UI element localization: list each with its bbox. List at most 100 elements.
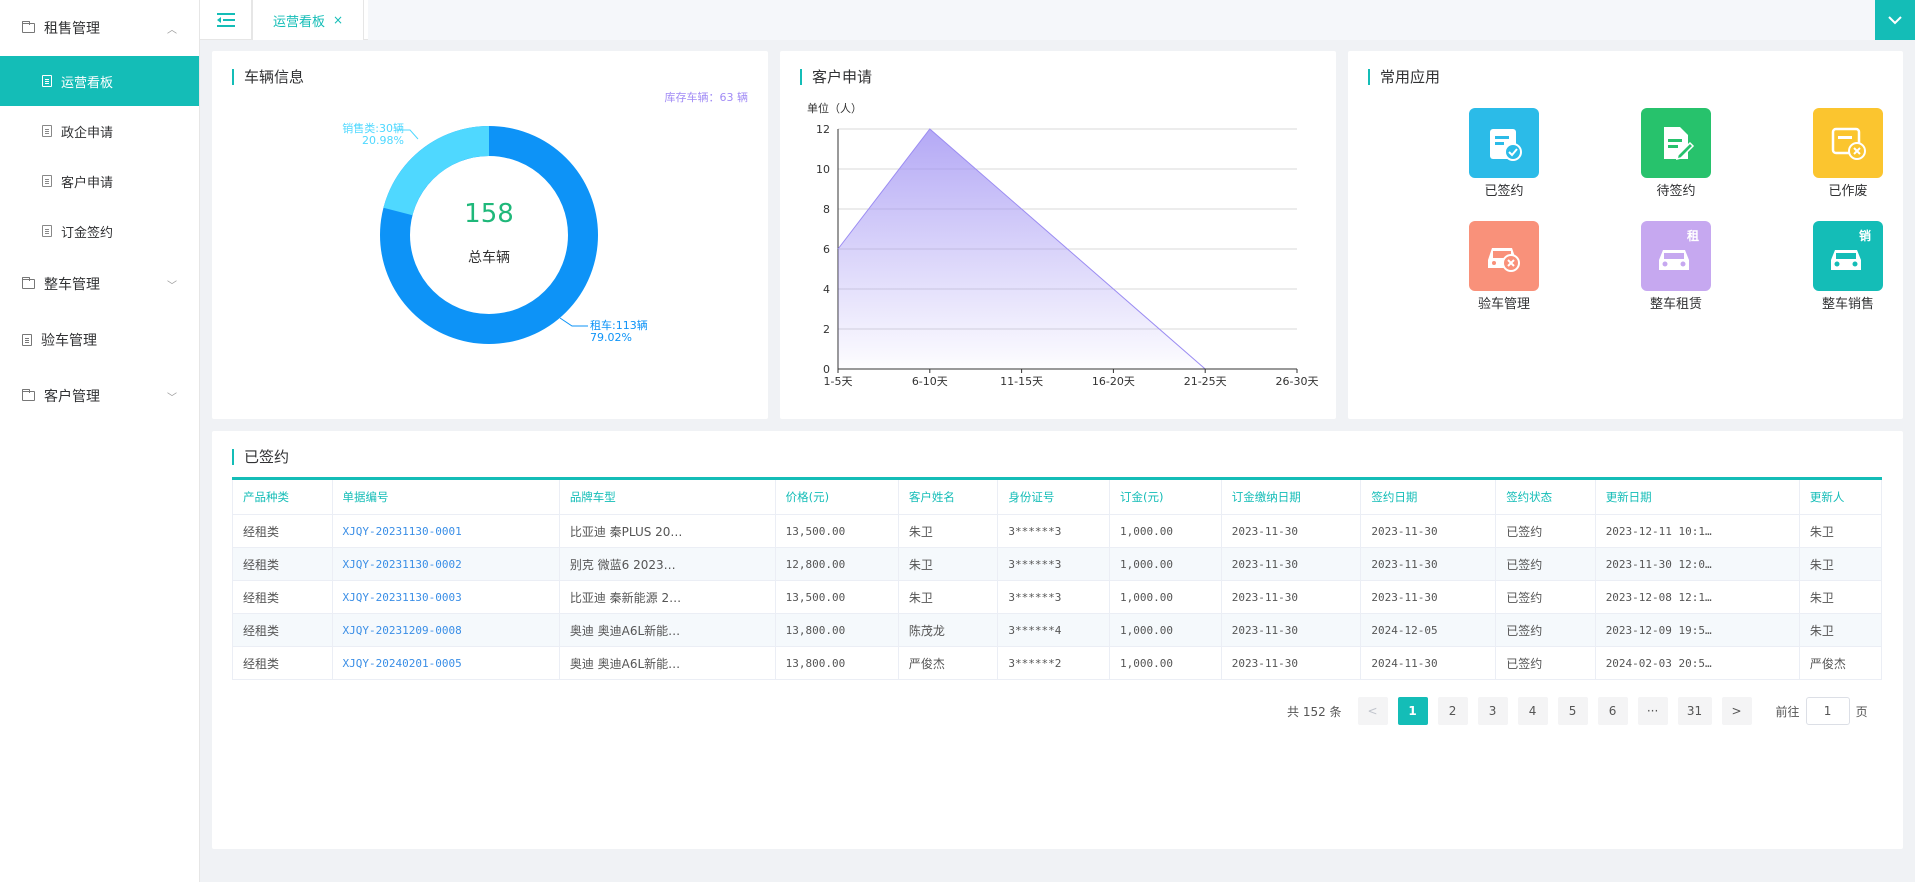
table-cell: 1,000.00 [1109, 646, 1222, 680]
x-tick-label: 16-20天 [1092, 375, 1135, 388]
app-label: 整车租赁 [1649, 297, 1702, 312]
app-pending[interactable]: 待签约 [1626, 108, 1726, 199]
column-header: 品牌车型 [558, 478, 776, 515]
document-icon [22, 334, 32, 346]
table-cell: 2023-11-30 [1220, 547, 1362, 581]
table-cell: 已签约 [1495, 580, 1596, 614]
table-cell: 别克 微蓝6 2023… [558, 547, 776, 581]
sidebar-item-customer-apply[interactable]: 客户申请 [0, 156, 199, 206]
column-header: 更新日期 [1594, 478, 1800, 515]
folder-icon [22, 277, 35, 289]
table-row[interactable]: 经租类 XJQY-20240201-0005 奥迪 奥迪A6L新能… 13,800.0… [232, 646, 1883, 680]
menu-group-customer[interactable]: 客户管理 ﹀ [0, 368, 199, 424]
customer-apply-area-chart: 0246810121-5天 6-10天 11-15天 16-20天 21-25天 26-3… [816, 123, 1319, 388]
table-cell: 比亚迪 秦新能源 2… [558, 580, 776, 614]
table-cell: 朱卫 [897, 514, 999, 548]
app-label: 待签约 [1656, 184, 1696, 199]
sidebar-item-dashboard[interactable]: 运营看板 [0, 56, 199, 106]
prev-page-button[interactable]: < [1357, 697, 1388, 725]
app-signed[interactable]: 已签约 [1454, 108, 1554, 199]
sidebar-item-deposit-sign[interactable]: 订金签约 [0, 206, 199, 256]
column-header: 产品种类 [232, 478, 333, 515]
goto-prefix: 前往 [1775, 704, 1800, 719]
table-row[interactable]: 经租类 XJQY-20231130-0003 比亚迪 秦新能源 2… 13,500.0… [232, 580, 1883, 614]
page-button[interactable]: 31 [1677, 697, 1712, 725]
table-cell: 13,800.00 [774, 646, 899, 680]
column-header: 签约状态 [1495, 478, 1596, 515]
total-vehicles-label: 总车辆 [468, 250, 510, 266]
menu-group-rental[interactable]: 租售管理 ︿ [0, 0, 199, 56]
table-cell: 2024-11-30 [1360, 646, 1497, 680]
table-cell: 已签约 [1495, 646, 1596, 680]
collapse-menu-button[interactable] [200, 0, 252, 40]
close-icon[interactable]: × [333, 13, 343, 27]
page-button[interactable]: 1 [1397, 697, 1428, 725]
sidebar-item-label: 客户申请 [61, 175, 114, 191]
column-header: 身份证号 [997, 478, 1111, 515]
y-tick-label: 8 [823, 203, 830, 216]
table-cell: 经租类 [232, 613, 333, 647]
customer-apply-card: 客户申请 单位（人） 0 2 4 6 8 10 12 1-5天 6-10天 11-15天 16-20… [780, 51, 1336, 419]
document-number-link[interactable]: XJQY-20231209-0008 [331, 613, 560, 647]
pagination: 共 152 条 < 123456 ··· 31 > 前往 页 [1287, 697, 1868, 725]
document-number-link[interactable]: XJQY-20231130-0001 [331, 514, 560, 548]
menu-group-vehicle[interactable]: 整车管理 ﹀ [0, 256, 199, 312]
x-tick-label: 26-30天 [1276, 375, 1319, 388]
signed-contract-icon [1469, 108, 1539, 178]
table-cell: 13,500.00 [774, 580, 899, 614]
document-icon [42, 75, 52, 87]
table-cell: 朱卫 [1798, 514, 1883, 548]
more-pages-button[interactable]: ··· [1637, 697, 1668, 725]
table-cell: 严俊杰 [1798, 646, 1883, 680]
column-header: 更新人 [1798, 478, 1883, 515]
sidebar-item-gov-apply[interactable]: 政企申请 [0, 106, 199, 156]
table-row[interactable]: 经租类 XJQY-20231209-0008 奥迪 奥迪A6L新能… 13,800.0… [232, 613, 1883, 647]
table-cell: 已签约 [1495, 514, 1596, 548]
document-icon [42, 125, 52, 137]
page-button[interactable]: 4 [1517, 697, 1548, 725]
table-cell: 2023-11-30 [1220, 613, 1362, 647]
sidebar-item-label: 运营看板 [61, 75, 114, 91]
document-number-link[interactable]: XJQY-20240201-0005 [331, 646, 560, 680]
app-car-sale[interactable]: 销 整车销售 [1798, 221, 1898, 312]
tab-strip [368, 0, 1875, 40]
y-tick-label: 2 [823, 323, 830, 336]
tabs-dropdown-button[interactable] [1875, 0, 1915, 40]
page-button[interactable]: 6 [1597, 697, 1628, 725]
document-number-link[interactable]: XJQY-20231130-0002 [331, 547, 560, 581]
page-button[interactable]: 5 [1557, 697, 1588, 725]
x-tick-label: 21-25天 [1184, 375, 1227, 388]
sidebar: 租售管理 ︿ 运营看板 政企申请 客户申请 订金签约 整车管理 ﹀ 验车管理 客… [0, 0, 200, 882]
table-cell: 2023-12-08 12:1… [1594, 580, 1800, 614]
menu-group-inspection[interactable]: 验车管理 [0, 312, 199, 368]
table-cell: 13,500.00 [774, 514, 899, 548]
goto-page-input[interactable] [1805, 697, 1850, 725]
table-cell: 1,000.00 [1109, 613, 1222, 647]
table-cell: 奥迪 奥迪A6L新能… [558, 646, 776, 680]
table-cell: 2023-11-30 12:0… [1594, 547, 1800, 581]
sidebar-item-label: 订金签约 [61, 225, 114, 241]
page-button[interactable]: 3 [1477, 697, 1508, 725]
table-cell: 陈茂龙 [897, 613, 999, 647]
y-tick-label: 4 [823, 283, 830, 296]
table-cell: 经租类 [232, 646, 333, 680]
document-number-link[interactable]: XJQY-20231130-0003 [331, 580, 560, 614]
vehicle-donut-chart [380, 126, 598, 344]
table-row[interactable]: 经租类 XJQY-20231130-0002 别克 微蓝6 2023… 12,800.… [232, 547, 1883, 581]
folder-icon [22, 389, 35, 401]
vehicle-info-card: 车辆信息 库存车辆：63 辆 158 总车辆 销售类:30辆 20.98% 租车… [212, 51, 768, 419]
table-cell: 3******3 [997, 514, 1111, 548]
document-icon [42, 175, 52, 187]
goto-page: 前往 页 [1776, 697, 1868, 725]
goto-suffix: 页 [1855, 704, 1868, 719]
app-car-rent[interactable]: 租 整车租赁 [1626, 221, 1726, 312]
card-title: 已签约 [232, 449, 289, 465]
table-row[interactable]: 经租类 XJQY-20231130-0001 比亚迪 秦PLUS 20… 13,500… [232, 514, 1883, 548]
page-button[interactable]: 2 [1437, 697, 1468, 725]
tab-dashboard[interactable]: 运营看板 × [252, 0, 365, 40]
app-voided[interactable]: 已作废 [1798, 108, 1898, 199]
table-cell: 2023-12-09 19:5… [1594, 613, 1800, 647]
chevron-down-icon: ﹀ [167, 280, 177, 292]
next-page-button[interactable]: > [1721, 697, 1752, 725]
app-car-inspection[interactable]: 验车管理 [1454, 221, 1554, 312]
